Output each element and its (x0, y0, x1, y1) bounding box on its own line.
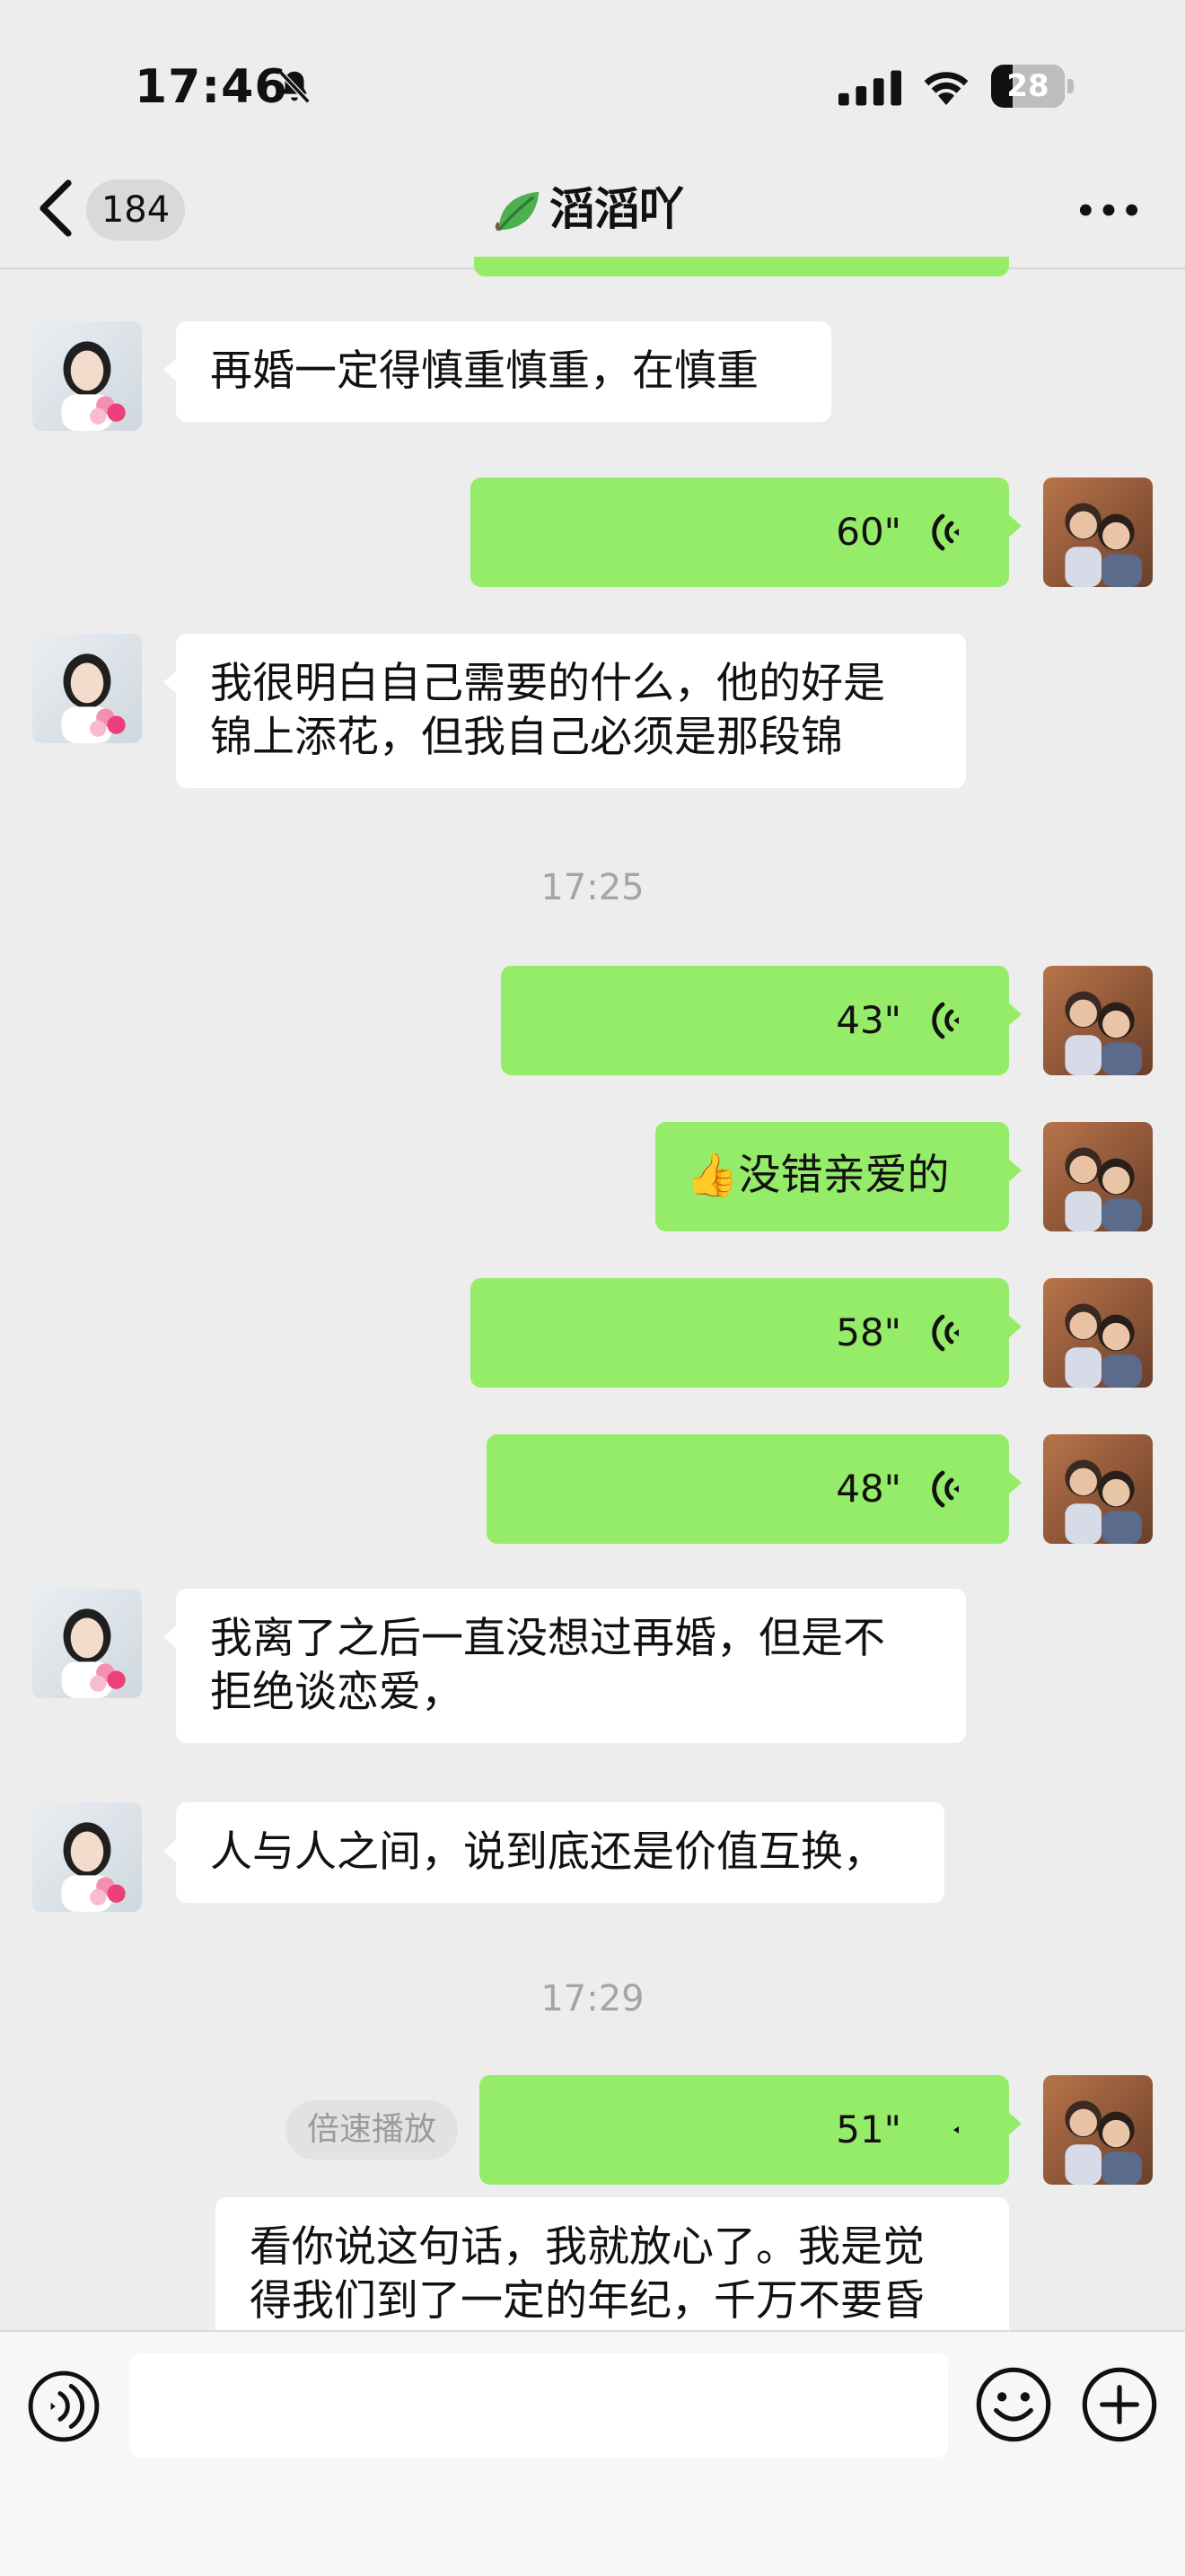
voice-message-bubble[interactable]: 43" (501, 966, 1022, 1075)
emoji-thumbs-up: 👍 (686, 1151, 739, 1200)
message-text-line: 拒绝谈恋爱， (210, 1668, 463, 1717)
message-bubble-out[interactable]: 👍没错亲爱的 (655, 1122, 1022, 1231)
more-icon[interactable] (1077, 199, 1140, 221)
message-text-line: 看你说这句话，我就放心了。我是觉 (250, 2222, 925, 2272)
my-avatar[interactable] (1043, 478, 1153, 587)
voice-duration: 51" (836, 2107, 901, 2151)
my-avatar[interactable] (1043, 1434, 1153, 1544)
message-text-line: 我很明白自己需要的什么，他的好是 (210, 659, 885, 708)
voice-toggle-icon[interactable] (27, 2370, 101, 2443)
contact-avatar[interactable] (32, 1802, 142, 1912)
message-text: 人与人之间，说到底还是价值互换， (210, 1827, 885, 1877)
timestamp: 17:25 (540, 867, 645, 908)
chat-title: 滔滔吖 (549, 183, 684, 235)
voice-message-bubble[interactable]: 51" (479, 2075, 1022, 2185)
leaf-icon (495, 191, 540, 232)
my-avatar[interactable] (1043, 1122, 1153, 1231)
my-avatar[interactable] (1043, 1278, 1153, 1388)
speed-play-button[interactable]: 倍速播放 (285, 2100, 458, 2160)
timestamp: 17:29 (540, 1978, 645, 2020)
message-text-line: 我离了之后一直没想过再婚，但是不 (210, 1614, 885, 1663)
message-text-line: 得我们到了一定的年纪，千万不要昏 (250, 2276, 925, 2326)
voice-wave-icon (932, 1314, 959, 1352)
bell-muted-icon (278, 70, 311, 104)
voice-message-bubble[interactable]: 48" (487, 1434, 1022, 1544)
partial-bubble-out (474, 257, 1009, 276)
contact-avatar[interactable] (32, 634, 142, 743)
battery-icon: 28 (991, 65, 1074, 108)
voice-duration: 58" (836, 1310, 901, 1354)
voice-message-bubble[interactable]: 58" (470, 1278, 1022, 1388)
voice-duration: 48" (836, 1467, 901, 1511)
plus-icon[interactable] (1081, 2366, 1158, 2443)
voice-message-bubble[interactable]: 60" (470, 478, 1022, 587)
my-avatar[interactable] (1043, 966, 1153, 1075)
message-text: 没错亲爱的 (738, 1151, 950, 1200)
message-bubble-in[interactable]: 我离了之后一直没想过再婚，但是不 拒绝谈恋爱， (163, 1589, 966, 1743)
status-time: 17:46 (135, 60, 288, 114)
voice-wave-icon (932, 1002, 959, 1039)
contact-avatar[interactable] (32, 321, 142, 431)
battery-level: 28 (1006, 68, 1049, 104)
voice-wave-icon (932, 513, 959, 551)
voice-wave-icon (932, 1470, 959, 1508)
back-icon[interactable] (36, 180, 75, 237)
my-avatar[interactable] (1043, 2075, 1153, 2185)
unread-count-badge[interactable]: 184 (86, 180, 185, 241)
message-input[interactable] (129, 2353, 948, 2458)
contact-avatar[interactable] (32, 1589, 142, 1698)
message-bubble-in[interactable]: 我很明白自己需要的什么，他的好是 锦上添花，但我自己必须是那段锦 (163, 634, 966, 788)
emoji-icon[interactable] (975, 2366, 1052, 2443)
message-bubble-in[interactable]: 人与人之间，说到底还是价值互换， (163, 1802, 944, 1903)
voice-playing-icon (953, 2126, 959, 2134)
voice-duration: 60" (836, 510, 901, 554)
voice-duration: 43" (836, 998, 901, 1042)
message-text: 再婚一定得慎重慎重，在慎重 (210, 346, 759, 396)
signal-icon (838, 70, 901, 106)
message-bubble-in[interactable]: 再婚一定得慎重慎重，在慎重 (163, 321, 831, 422)
message-text-line: 锦上添花，但我自己必须是那段锦 (210, 713, 843, 762)
wifi-icon (924, 72, 969, 105)
